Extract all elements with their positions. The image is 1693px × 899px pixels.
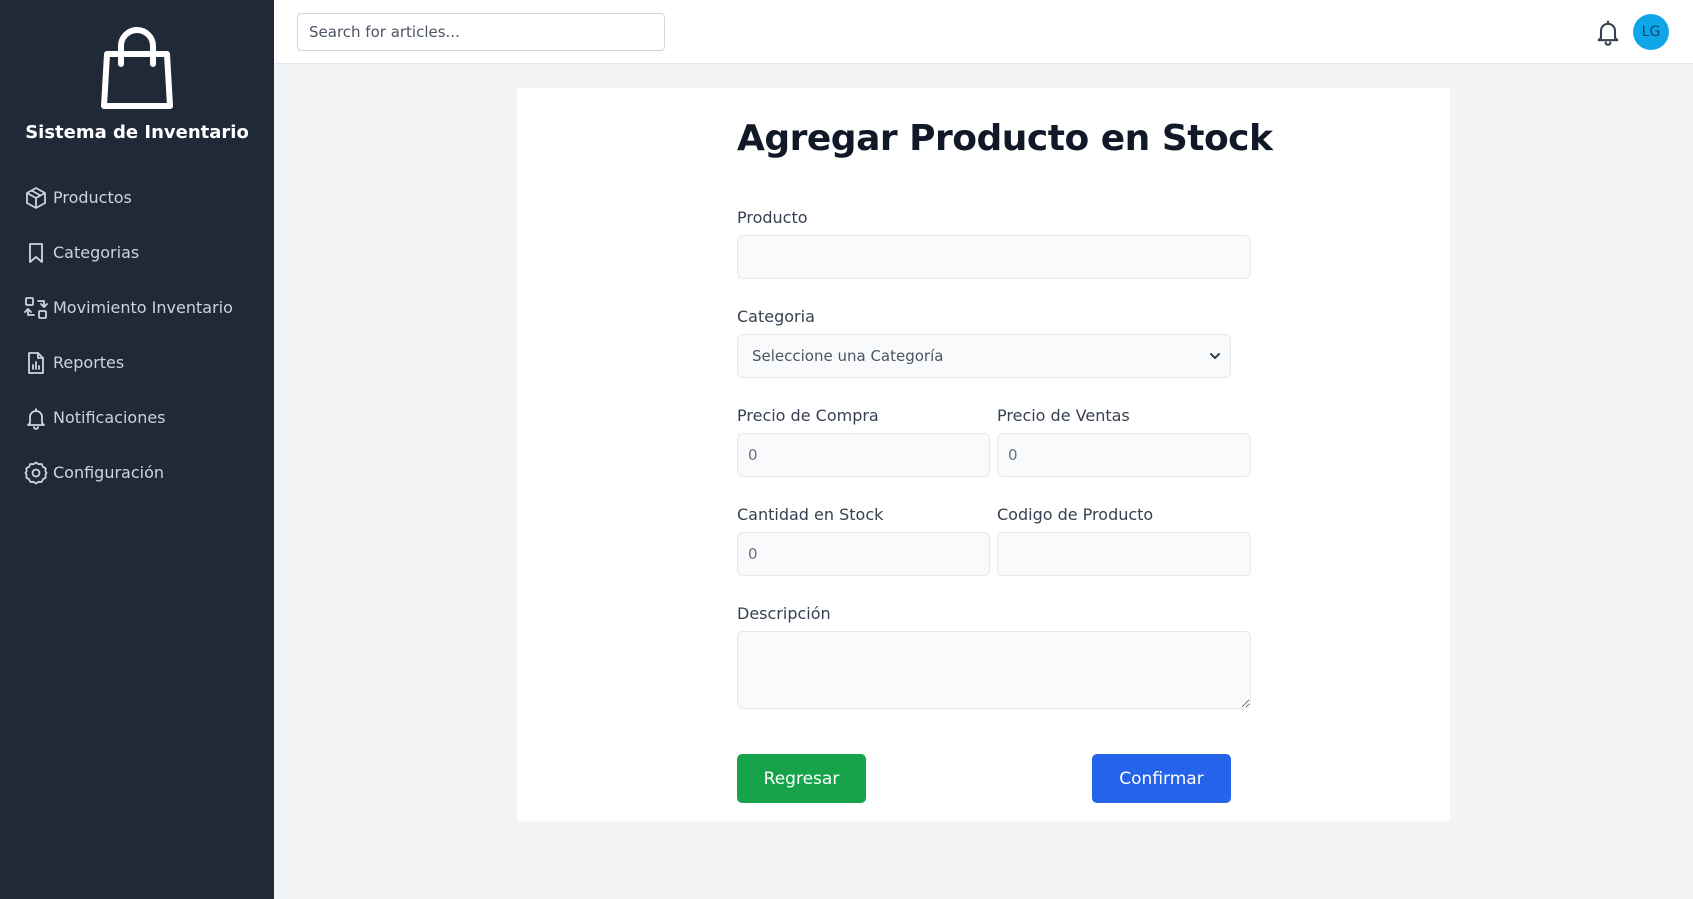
chevron-down-icon (1210, 353, 1220, 359)
back-button[interactable]: Regresar (737, 754, 866, 803)
sidebar-item-label: Productos (53, 188, 132, 207)
precio-ventas-label: Precio de Ventas (997, 406, 1130, 425)
cantidad-stock-label: Cantidad en Stock (737, 505, 884, 524)
report-icon (28, 351, 44, 374)
producto-label: Producto (737, 208, 808, 227)
notification-bell-icon[interactable] (1594, 18, 1622, 46)
precio-compra-input[interactable] (737, 433, 990, 477)
gear-icon (24, 461, 48, 484)
brand: Sistema de Inventario (0, 26, 274, 143)
confirm-button[interactable]: Confirmar (1092, 754, 1231, 803)
descripcion-label: Descripción (737, 604, 831, 623)
sidebar-item-label: Categorias (53, 243, 140, 262)
sidebar-item-label: Notificaciones (53, 408, 166, 427)
sidebar-item-configuracion[interactable]: Configuración (0, 445, 274, 500)
sidebar-item-reportes[interactable]: Reportes (0, 335, 274, 390)
page-title: Agregar Producto en Stock (737, 118, 1273, 159)
brand-title: Sistema de Inventario (25, 122, 249, 143)
categoria-selected-value: Seleccione una Categoría (752, 347, 944, 365)
codigo-producto-label: Codigo de Producto (997, 505, 1154, 524)
categoria-select[interactable]: Seleccione una Categoría (737, 334, 1231, 378)
avatar[interactable]: LG (1633, 14, 1669, 50)
descripcion-textarea[interactable] (737, 631, 1251, 709)
bookmark-icon (29, 242, 43, 263)
transfer-icon (24, 296, 48, 319)
sidebar-item-movimiento-inventario[interactable]: Movimiento Inventario (0, 280, 274, 335)
search-input[interactable] (297, 13, 665, 51)
sidebar-nav: Productos Categorias Movimiento Inventar… (0, 170, 274, 500)
shopping-bag-icon (101, 27, 173, 109)
sidebar-item-label: Movimiento Inventario (53, 298, 233, 317)
sidebar: Sistema de Inventario Productos Categori… (0, 0, 274, 899)
sidebar-item-notificaciones[interactable]: Notificaciones (0, 390, 274, 445)
sidebar-item-productos[interactable]: Productos (0, 170, 274, 225)
cantidad-stock-input[interactable] (737, 532, 990, 576)
precio-compra-label: Precio de Compra (737, 406, 879, 425)
bell-icon (27, 407, 45, 430)
sidebar-item-categorias[interactable]: Categorias (0, 225, 274, 280)
categoria-label: Categoria (737, 307, 815, 326)
precio-ventas-input[interactable] (997, 433, 1251, 477)
top-bar: LG (274, 0, 1693, 64)
sidebar-item-label: Reportes (53, 353, 125, 372)
form-card: Agregar Producto en Stock Producto Categ… (517, 88, 1450, 821)
producto-input[interactable] (737, 235, 1251, 279)
sidebar-item-label: Configuración (53, 463, 165, 482)
codigo-producto-input[interactable] (997, 532, 1251, 576)
cube-icon (26, 186, 46, 209)
